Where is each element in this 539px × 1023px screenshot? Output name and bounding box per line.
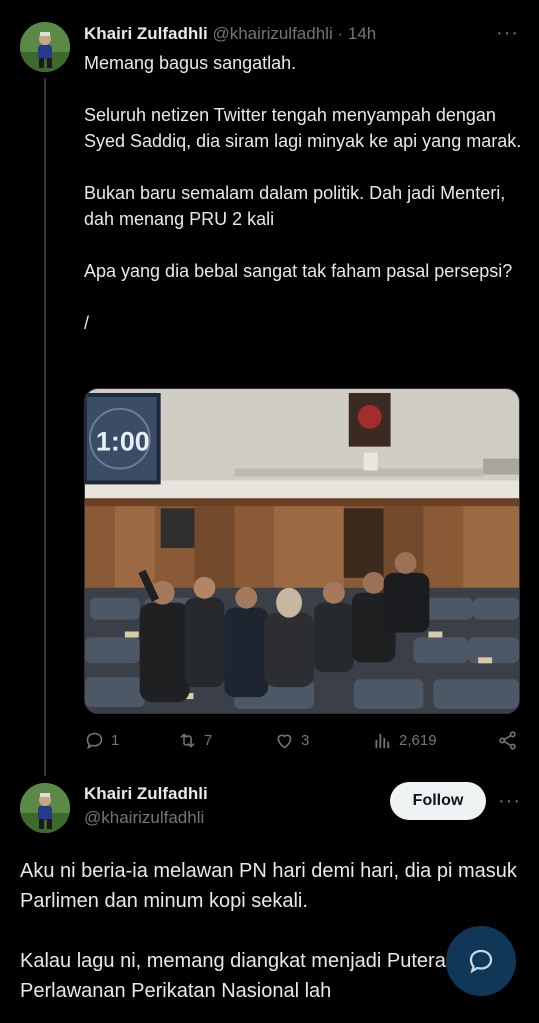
heart-icon bbox=[277, 734, 292, 749]
avatar[interactable] bbox=[20, 22, 70, 72]
like-count: 3 bbox=[301, 732, 310, 749]
author-handle[interactable]: @khairizulfadhli bbox=[84, 808, 204, 828]
tweet-paragraph: / bbox=[84, 313, 90, 333]
tweet-timestamp[interactable]: 14h bbox=[348, 24, 376, 43]
timer-display: 1:00 bbox=[96, 427, 150, 457]
avatar[interactable] bbox=[20, 783, 70, 833]
reply-icon bbox=[86, 732, 103, 750]
views-count: 2,619 bbox=[399, 732, 437, 749]
header-separator: · bbox=[337, 24, 344, 43]
compose-button[interactable] bbox=[446, 926, 516, 996]
like-button[interactable]: 3 bbox=[274, 730, 309, 751]
repost-button[interactable]: 7 bbox=[177, 730, 212, 751]
views-icon bbox=[375, 733, 390, 749]
follow-button[interactable]: Follow bbox=[390, 782, 486, 820]
share-button[interactable] bbox=[497, 730, 518, 751]
avatar-image bbox=[20, 22, 70, 72]
more-options-icon[interactable]: ··· bbox=[496, 22, 519, 45]
views-button[interactable]: 2,619 bbox=[372, 730, 437, 751]
tweet-paragraph: Seluruh netizen Twitter tengah menyampah… bbox=[84, 105, 522, 151]
author-name[interactable]: Khairi Zulfadhli bbox=[84, 24, 208, 43]
reply-count: 1 bbox=[111, 732, 120, 749]
author-name[interactable]: Khairi Zulfadhli bbox=[84, 784, 208, 804]
reply-button[interactable]: 1 bbox=[84, 730, 119, 751]
tweet-text: Memang bagus sangatlah. Seluruh netizen … bbox=[84, 50, 524, 336]
tweet-actions: 1 7 3 2,619 bbox=[84, 730, 524, 756]
author-handle[interactable]: @khairizulfadhli bbox=[212, 24, 332, 43]
tweet-photo[interactable]: 1:00 bbox=[84, 388, 520, 714]
more-options-icon[interactable]: ··· bbox=[498, 790, 521, 813]
repost-count: 7 bbox=[204, 732, 213, 749]
tweet-paragraph: Aku ni beria-ia melawan PN hari demi har… bbox=[20, 860, 517, 912]
repost-icon bbox=[180, 733, 195, 748]
compose-icon bbox=[469, 949, 493, 974]
parliament-photo: 1:00 bbox=[85, 389, 519, 713]
thread-connector-line bbox=[44, 78, 46, 776]
avatar-image bbox=[20, 783, 70, 833]
tweet-paragraph: Memang bagus sangatlah. bbox=[84, 53, 297, 73]
tweet-header: Khairi Zulfadhli @khairizulfadhli · 14h bbox=[84, 24, 376, 44]
tweet-text: Aku ni beria-ia melawan PN hari demi har… bbox=[20, 856, 525, 1006]
share-icon bbox=[499, 731, 516, 750]
tweet-paragraph: Bukan baru semalam dalam politik. Dah ja… bbox=[84, 183, 506, 229]
tweet-paragraph: Apa yang dia bebal sangat tak faham pasa… bbox=[84, 261, 513, 281]
